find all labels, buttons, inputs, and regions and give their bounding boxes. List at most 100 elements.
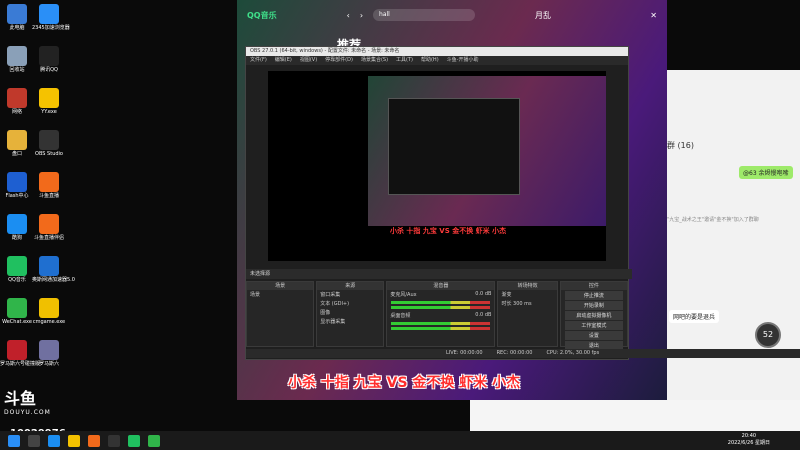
source-item[interactable]: 窗口采集 xyxy=(317,290,383,299)
dock-controls[interactable]: 控件 停止推流 开始录制 启动虚拟摄像机 工作室模式 设置 退出 xyxy=(559,281,629,350)
desktop-icon[interactable]: 罗马斯六 xyxy=(32,340,66,367)
desktop-icon-label: 2345加速浏览器 xyxy=(32,25,70,31)
source-item[interactable]: 文本 (GDI+) xyxy=(317,299,383,308)
transition-type[interactable]: 渐变 xyxy=(498,290,556,299)
rec-status: REC: 00:00:00 xyxy=(496,350,533,356)
obs-menu-item[interactable]: 工具(T) xyxy=(396,56,413,65)
search-icon[interactable] xyxy=(28,434,40,447)
source-item[interactable]: 图像 xyxy=(317,308,383,317)
app-icon xyxy=(7,130,27,150)
app-icon xyxy=(7,172,27,192)
desktop-icon-label: 酷狗 xyxy=(11,235,22,241)
desktop-icon[interactable]: 盘口 xyxy=(0,130,34,157)
desktop-icon-label: WeChat.exe xyxy=(2,319,32,325)
stream-overlay-text: 小杀 十指 九宝 VS 金不换 虾米 小杰 xyxy=(288,375,521,391)
folder-icon[interactable] xyxy=(68,434,80,447)
wechat-icon[interactable] xyxy=(148,434,160,447)
app-icon xyxy=(39,214,59,234)
taskbar: 20:40 2022/6/26 星期日 xyxy=(0,431,800,450)
app-icon xyxy=(7,88,27,108)
mixer-label: 桌面音频 0.0 dB xyxy=(390,312,492,319)
user-name[interactable]: 月乱 xyxy=(535,10,551,21)
obs-statusbar: LIVE: 00:00:00 REC: 00:00:00 CPU: 2.0%, … xyxy=(246,349,800,358)
obs-window[interactable]: OBS 27.0.1 (64-bit, windows) - 配置文件: 未命名… xyxy=(245,46,800,360)
chat-input-area[interactable] xyxy=(470,400,800,435)
obs-menu-item[interactable]: 斗鱼-开播小助 xyxy=(447,56,479,65)
desktop-icon-label: 回收站 xyxy=(9,67,25,73)
stop-stream-button[interactable]: 停止推流 xyxy=(564,291,624,300)
forward-icon[interactable]: › xyxy=(360,11,363,20)
transition-duration[interactable]: 时长 300 ms xyxy=(498,299,556,308)
douyu-url: DOUYU.COM xyxy=(4,409,51,416)
virtual-cam-button[interactable]: 启动虚拟摄像机 xyxy=(564,311,624,320)
dock-mixer[interactable]: 混音器 麦克风/Aux 0.0 dB 桌面音频 0.0 dB xyxy=(386,281,496,347)
desktop-icon[interactable]: 腾讯QQ xyxy=(32,46,66,73)
chat-bubble-self: @63 余烬慢咆嗦 xyxy=(739,166,793,179)
douyu-icon[interactable] xyxy=(88,434,100,447)
start-record-button[interactable]: 开始录制 xyxy=(564,301,624,310)
clock-date: 2022/6/26 星期日 xyxy=(727,440,770,446)
desktop-icon-label: cmgame.exe xyxy=(32,319,66,325)
cpu-status: CPU: 2.0%, 30.00 fps xyxy=(546,350,600,356)
close-icon[interactable]: ✕ xyxy=(650,11,657,20)
obs-preview[interactable]: 小杀 十指 九宝 VS 金不换 虾米 小杰 xyxy=(268,71,606,261)
obs-icon[interactable] xyxy=(108,434,120,447)
desktop-icon[interactable]: QQ音乐 xyxy=(0,256,34,283)
volume-meter xyxy=(391,322,491,325)
nested-capture xyxy=(368,76,606,226)
desktop-icon[interactable]: 斗鱼直播 xyxy=(32,172,66,199)
obs-menu-item[interactable]: 视图(V) xyxy=(300,56,317,65)
obs-menu-item[interactable]: 停靠部件(D) xyxy=(325,56,353,65)
dock-sources[interactable]: 来源 窗口采集 文本 (GDI+) 图像 显示器采集 xyxy=(316,281,385,347)
scene-item[interactable]: 场景 xyxy=(247,290,313,299)
app-icon xyxy=(7,340,27,360)
app-icon xyxy=(7,214,27,234)
edge-icon[interactable] xyxy=(48,434,60,447)
obs-menu-item[interactable]: 场景集合(S) xyxy=(361,56,388,65)
desktop-icon-label: OBS Studio xyxy=(35,151,63,157)
obs-menu-item[interactable]: 帮助(H) xyxy=(421,56,439,65)
start-icon[interactable] xyxy=(8,434,20,447)
desktop-icon[interactable]: Flash中心 xyxy=(0,172,34,199)
unread-badge[interactable]: 52 xyxy=(755,322,781,348)
settings-button[interactable]: 设置 xyxy=(564,331,624,340)
app-icon xyxy=(39,340,59,360)
desktop-icon[interactable]: 酷狗 xyxy=(0,214,34,241)
volume-meter xyxy=(391,301,491,304)
app-icon xyxy=(39,46,59,66)
desktop-icon-label: 腾讯QQ xyxy=(40,67,58,73)
douyu-watermark: 斗鱼 DOUYU.COM xyxy=(4,385,62,416)
source-item[interactable]: 显示器采集 xyxy=(317,317,383,326)
nested-capture-inner xyxy=(388,98,520,195)
clock[interactable]: 20:40 2022/6/26 星期日 xyxy=(728,433,770,447)
desktop-icon[interactable]: OBS Studio xyxy=(32,130,66,157)
desktop-icon[interactable]: 网络 xyxy=(0,88,34,115)
desktop-icon[interactable]: cmgame.exe xyxy=(32,298,66,325)
desktop-icon-label: 网络 xyxy=(11,109,22,115)
desktop-icon[interactable]: 罗马斯六号碰撞版 xyxy=(0,340,40,367)
obs-menu-item[interactable]: 文件(F) xyxy=(250,56,267,65)
app-icon xyxy=(39,4,59,24)
back-icon[interactable]: ‹ xyxy=(347,11,350,20)
desktop-icon[interactable]: 2345加速浏览器 xyxy=(32,4,70,31)
desktop-icon-label: 奥斯网通加速器5.0 xyxy=(32,277,75,283)
chat-bubble-other: 网吧的要是退兵 xyxy=(669,310,720,323)
obs-menu-item[interactable]: 编辑(E) xyxy=(275,56,292,65)
desktop-icon[interactable]: 回收站 xyxy=(0,46,34,73)
search-input[interactable]: hall xyxy=(373,9,476,21)
douyu-logo: 斗鱼 xyxy=(4,389,37,408)
desktop-icon-label: 此电脑 xyxy=(9,25,25,31)
studio-mode-button[interactable]: 工作室模式 xyxy=(564,321,624,330)
volume-meter xyxy=(391,306,491,309)
qqmusic-icon[interactable] xyxy=(128,434,140,447)
desktop-icon[interactable]: YY.exe xyxy=(32,88,66,115)
desktop-icon[interactable]: 此电脑 xyxy=(0,4,34,31)
desktop-icon[interactable]: WeChat.exe xyxy=(0,298,34,325)
dock-scenes[interactable]: 场景 场景 xyxy=(246,281,315,347)
dock-mixer-title: 混音器 xyxy=(387,282,495,290)
dock-transitions[interactable]: 转场特效 渐变 时长 300 ms xyxy=(497,281,558,347)
dock-scenes-title: 场景 xyxy=(247,282,314,290)
qqmusic-topbar: QQ音乐 ‹ › hall 月乱 ✕ xyxy=(237,0,667,30)
desktop-icon[interactable]: 奥斯网通加速器5.0 xyxy=(32,256,75,283)
desktop-icon[interactable]: 斗鱼直播伴侣 xyxy=(32,214,66,241)
